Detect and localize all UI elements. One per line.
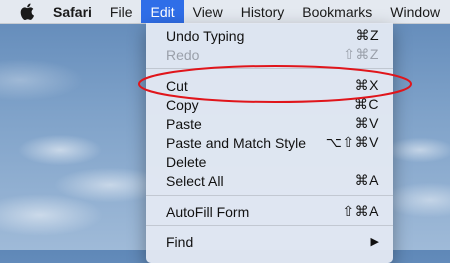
menu-separator [146, 68, 393, 69]
menu-item-shortcut: ⌘X [354, 77, 379, 93]
menu-edit[interactable]: Edit [141, 0, 184, 23]
menu-item-shortcut: ⇧⌘Z [343, 46, 379, 62]
menu-item-label: Paste [166, 115, 202, 132]
edit-menu-dropdown: Undo Typing ⌘Z Redo ⇧⌘Z Cut ⌘X Copy ⌘C P… [146, 23, 393, 263]
menu-item-paste[interactable]: Paste ⌘V [146, 114, 393, 133]
menu-history[interactable]: History [232, 0, 294, 23]
menu-window[interactable]: Window [381, 0, 449, 23]
menu-item-label: Delete [166, 153, 207, 170]
chevron-right-icon: ▶ [370, 236, 379, 248]
menu-item-shortcut: ⌥⇧⌘V [325, 134, 379, 150]
menu-item-label: AutoFill Form [166, 203, 250, 220]
menu-item-undo-typing[interactable]: Undo Typing ⌘Z [146, 26, 393, 45]
menu-item-copy[interactable]: Copy ⌘C [146, 95, 393, 114]
menu-item-shortcut: ⌘V [354, 115, 379, 131]
menu-item-label: Paste and Match Style [166, 134, 307, 151]
menu-item-paste-and-match-style[interactable]: Paste and Match Style ⌥⇧⌘V [146, 133, 393, 152]
menu-view[interactable]: View [184, 0, 232, 23]
menu-separator [146, 195, 393, 196]
menu-item-select-all[interactable]: Select All ⌘A [146, 171, 393, 190]
menu-item-redo: Redo ⇧⌘Z [146, 45, 393, 64]
menu-item-label: Redo [166, 46, 200, 63]
menu-file[interactable]: File [101, 0, 142, 23]
menu-item-shortcut: ⌘A [354, 172, 379, 188]
menu-item-label: Copy [166, 96, 199, 113]
apple-logo-icon[interactable] [20, 3, 36, 21]
menu-bookmarks[interactable]: Bookmarks [293, 0, 381, 23]
menu-item-find[interactable]: Find ▶ [146, 232, 393, 251]
menu-item-shortcut: ⇧⌘A [342, 203, 379, 219]
menu-item-shortcut: ⌘C [353, 96, 379, 112]
menu-separator [146, 225, 393, 226]
menu-item-autofill-form[interactable]: AutoFill Form ⇧⌘A [146, 202, 393, 221]
menu-item-label: Cut [166, 77, 188, 94]
menu-item-delete[interactable]: Delete [146, 152, 393, 171]
menu-item-label: Select All [166, 172, 224, 189]
menu-safari[interactable]: Safari [50, 0, 101, 23]
menu-item-cut[interactable]: Cut ⌘X [146, 76, 393, 95]
menu-item-label: Undo Typing [166, 27, 245, 44]
menu-item-shortcut: ⌘Z [355, 27, 379, 43]
menu-bar: Safari File Edit View History Bookmarks … [0, 0, 450, 24]
menu-item-label: Find [166, 233, 194, 250]
